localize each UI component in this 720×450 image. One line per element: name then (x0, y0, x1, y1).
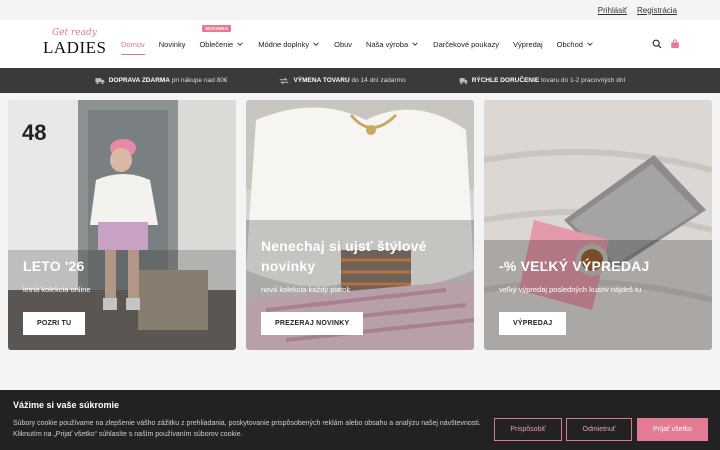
hero-card-title: LETO '26 (23, 258, 85, 274)
chevron-down-icon (313, 42, 319, 46)
logo-script: Get ready (52, 28, 97, 38)
promo-text: RÝCHLE DORUČENIE tovaru do 1-2 pracovnýc… (472, 77, 626, 84)
register-link[interactable]: Registrácia (637, 6, 677, 15)
cookie-title: Vážime si vaše súkromie (13, 400, 120, 410)
hero-card-vypredaj[interactable]: -% VEĽKÝ VÝPREDAJ veľký výpredaj posledn… (484, 100, 712, 350)
promo-text: VÝMENA TOVARU do 14 dní zadarmo (293, 77, 405, 84)
nav-item-obuv[interactable]: Obuv (327, 40, 359, 49)
promo-free-shipping: DOPRAVA ZDARMA pri nákupe nad 80€ (95, 77, 228, 85)
main-nav: Domov Novinky NOVINKA Oblečenie Módne do… (114, 24, 601, 55)
promo-exchange: VÝMENA TOVARU do 14 dní zadarmo (279, 77, 406, 85)
customize-button[interactable]: Prispôsobiť (494, 418, 562, 441)
chevron-down-icon (587, 42, 593, 46)
hero-card-subtitle: letná kolekcia online (23, 285, 91, 294)
nav-label: Darčekové poukazy (433, 39, 500, 49)
promo-fast-delivery: RÝCHLE DORUČENIE tovaru do 1-2 pracovnýc… (458, 77, 626, 85)
promo-strong: VÝMENA TOVARU (293, 77, 350, 84)
cookie-text: Súbory cookie používame na zlepšenie váš… (13, 420, 481, 438)
login-link[interactable]: Prihlásiť (598, 6, 627, 15)
promo-strong: RÝCHLE DORUČENIE (471, 77, 540, 84)
promo-strong: DOPRAVA ZDARMA (108, 77, 170, 84)
nav-label: Obuv (334, 39, 353, 49)
hero-card-title: -% VEĽKÝ VÝPREDAJ (499, 258, 650, 274)
nav-label: Oblečenie (199, 39, 234, 49)
hero-card-subtitle: veľký výpredaj posledných kusov nájdeš t… (499, 285, 642, 294)
hero-cards: 48 LETO '26 letná kolekcia online POZRI … (8, 100, 712, 350)
reject-button[interactable]: Odmietnuť (566, 418, 632, 441)
pozri-tu-button[interactable]: POZRI TU (23, 312, 86, 335)
new-badge: NOVINKA (202, 24, 232, 32)
nav-item-obchod[interactable]: Obchod (550, 40, 601, 49)
promo-rest: pri nákupe nad 80€ (170, 77, 228, 84)
search-icon[interactable] (652, 39, 662, 49)
hero-card-title-line2: novinky (261, 258, 316, 274)
nav-label: Obchod (556, 39, 583, 49)
nav-item-novinky[interactable]: Novinky (152, 40, 193, 49)
nav-item-darcekove-poukazy[interactable]: Darčekové poukazy (426, 40, 506, 49)
nav-label: Domov (121, 39, 145, 49)
promo-rest: do 14 dní zadarmo (349, 77, 406, 84)
chevron-down-icon (237, 42, 243, 46)
nav-item-vypredaj[interactable]: Výpredaj (506, 40, 550, 49)
hero-card-title-line1: Nenechaj si ujsť štýlové (261, 238, 427, 254)
accept-all-button[interactable]: Prijať všetko (637, 418, 708, 441)
prezeraj-novinky-button[interactable]: PREZERAJ NOVINKY (261, 312, 364, 335)
bag-icon[interactable] (670, 39, 680, 49)
exchange-icon (280, 77, 289, 84)
chevron-down-icon (412, 42, 418, 46)
cookie-banner: Vážime si vaše súkromie Súbory cookie po… (0, 390, 720, 450)
nav-label: Módne doplnky (258, 39, 310, 49)
svg-text:48: 48 (22, 120, 46, 145)
logo[interactable]: Get ready LADIES (42, 26, 106, 62)
nav-item-nasa-vyroba[interactable]: Naša výroba (359, 40, 426, 49)
hero-card-leto[interactable]: 48 LETO '26 letná kolekcia online POZRI … (8, 100, 236, 350)
header-icons (652, 39, 680, 49)
promo-text: DOPRAVA ZDARMA pri nákupe nad 80€ (109, 77, 228, 84)
nav-label: Naša výroba (366, 39, 409, 49)
nav-item-domov[interactable]: Domov (114, 39, 152, 55)
logo-word: LADIES (43, 38, 107, 57)
hero-card-subtitle: nová kolekcia každý piatok (261, 285, 351, 294)
promo-bar: DOPRAVA ZDARMA pri nákupe nad 80€ VÝMENA… (0, 68, 720, 93)
nav-label: Výpredaj (513, 39, 543, 49)
vypredaj-button[interactable]: VÝPREDAJ (499, 312, 567, 335)
truck-icon (95, 77, 105, 84)
nav-item-modne-doplnky[interactable]: Módne doplnky (251, 40, 327, 49)
promo-rest: tovaru do 1-2 pracovných dní (539, 77, 626, 84)
fast-delivery-icon (459, 77, 468, 84)
nav-label: Novinky (158, 39, 186, 49)
top-account-bar: Prihlásiť Registrácia (0, 0, 720, 20)
site-header: Get ready LADIES Domov Novinky NOVINKA O… (0, 20, 720, 68)
nav-item-oblecenie[interactable]: NOVINKA Oblečenie (192, 24, 251, 49)
hero-card-novinky[interactable]: Nenechaj si ujsť štýlové novinky nová ko… (246, 100, 474, 350)
